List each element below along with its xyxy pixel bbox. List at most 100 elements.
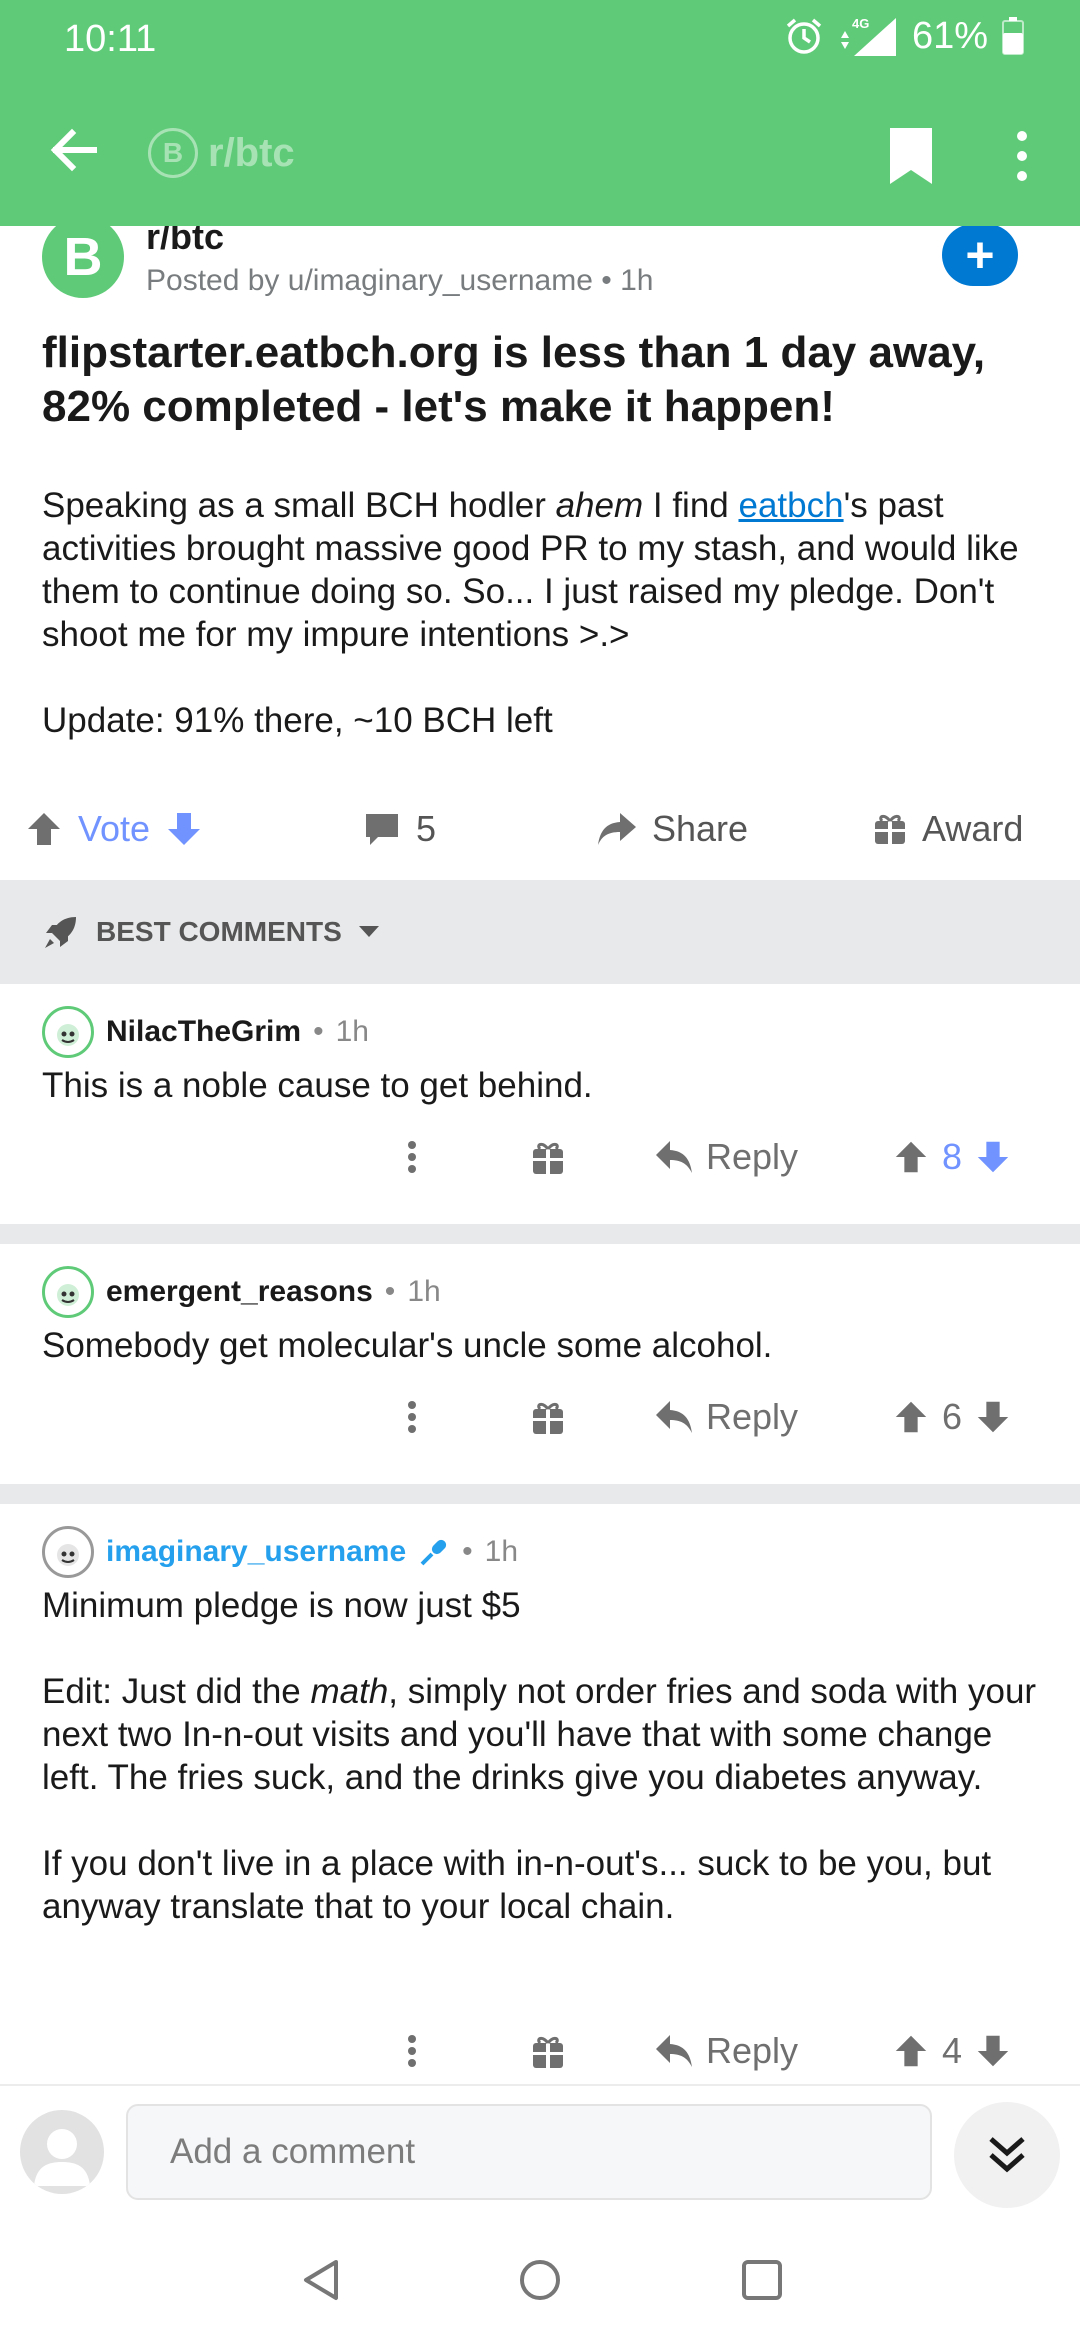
add-comment-input[interactable]: Add a comment [126,2104,932,2200]
snoo-avatar-icon[interactable] [42,1526,94,1578]
comment-score: 8 [942,1136,963,1177]
comment-text: Somebody get molecular's uncle some alco… [42,1326,773,1365]
share-button[interactable]: Share [596,796,748,862]
subreddit-avatar[interactable]: B [42,216,124,298]
expand-button[interactable] [954,2102,1060,2208]
more-vertical-icon[interactable] [1004,126,1040,186]
award-label: Award [922,808,1024,849]
back-arrow-icon[interactable] [44,120,104,180]
award-button[interactable]: Award [872,796,1023,862]
appbar-subreddit-name: r/btc [208,130,295,175]
app-header: 10:11 4G 61% B r/btc [0,0,1080,226]
comment-username[interactable]: imaginary_username [106,1535,406,1569]
more-vertical-icon[interactable] [402,2018,422,2084]
more-vertical-icon[interactable] [402,1384,422,1450]
gift-icon[interactable] [530,2018,566,2084]
reply-label: Reply [706,2030,799,2071]
upvote-icon[interactable] [24,809,64,849]
comment-time-sep: • [384,1275,396,1308]
comment-time: 1h [407,1275,441,1308]
comment-divider [0,1484,1080,1504]
comment-text: Minimum pledge is now just $5 Edit: Just… [42,1584,1042,1928]
comment-action-bar: Reply 6 [0,1384,1080,1450]
nav-recents-icon[interactable] [732,2250,792,2310]
system-nav-bar [0,2220,1080,2340]
post-body: Speaking as a small BCH hodler ahem I fi… [42,484,1052,785]
downvote-icon[interactable] [974,1138,1012,1176]
vote-label: Vote [78,808,151,849]
downvote-icon[interactable] [974,2032,1012,2070]
reply-button[interactable]: Reply [654,1384,798,1450]
share-icon [598,813,636,845]
comment-text-run: Edit: Just did the [42,1672,311,1711]
downvote-icon[interactable] [164,809,204,849]
post-text: Speaking as a small BCH hodler [42,486,556,525]
comment-score: 6 [942,1396,963,1437]
downvote-icon[interactable] [974,1398,1012,1436]
comment-vote: 4 [892,2018,1012,2084]
comment-time: 1h [335,1015,369,1048]
post-vote: Vote [24,796,204,862]
reply-icon [656,1401,692,1433]
reply-label: Reply [706,1136,799,1177]
gift-icon [875,814,905,844]
microphone-icon [420,1539,447,1566]
post-italic-text: ahem [555,486,644,525]
reply-icon [656,1141,692,1173]
join-button[interactable]: + [942,224,1018,286]
comment-item: imaginary_username • 1h Minimum pledge i… [0,1504,1080,2084]
nav-back-icon[interactable] [292,2250,352,2310]
post-meta: Posted by u/imaginary_username • 1h [146,264,653,298]
status-time: 10:11 [64,18,157,60]
reply-button[interactable]: Reply [654,2018,798,2084]
comment-paragraph: Edit: Just did the math, simply not orde… [42,1670,1042,1799]
comment-vote: 6 [892,1384,1012,1450]
comment-item: emergent_reasons • 1h Somebody get molec… [0,1244,1080,1484]
bitcoin-cash-icon: B [148,128,198,178]
upvote-icon[interactable] [892,1138,930,1176]
double-chevron-down-icon [989,2137,1025,2173]
comment-time: 1h [484,1535,519,1568]
sort-label: BEST COMMENTS [96,916,342,947]
comment-header: NilacTheGrim • 1h [42,1006,369,1058]
plus-icon: + [965,227,995,283]
post-author[interactable]: Posted by u/imaginary_username [146,264,593,297]
post-title: flipstarter.eatbch.org is less than 1 da… [42,328,986,431]
reply-icon [656,2035,692,2067]
comment-username[interactable]: emergent_reasons [106,1275,373,1309]
gift-icon[interactable] [530,1384,566,1450]
upvote-icon[interactable] [892,1398,930,1436]
comment-item: NilacTheGrim • 1h This is a noble cause … [0,984,1080,1224]
comment-action-bar: Reply 4 [0,2018,1080,2084]
more-vertical-icon[interactable] [402,1124,422,1190]
comment-header: emergent_reasons • 1h [42,1266,441,1318]
comment-text: This is a noble cause to get behind. [42,1066,593,1105]
nav-home-icon[interactable] [510,2250,570,2310]
comments-button[interactable]: 5 [362,796,436,862]
gift-icon[interactable] [530,1124,566,1190]
upvote-icon[interactable] [892,2032,930,2070]
comment-icon [366,814,398,845]
signal-icon: 4G [840,16,896,56]
alarm-icon [786,18,822,54]
comment-header: imaginary_username • 1h [42,1526,518,1578]
rocket-icon [45,917,76,948]
post-link[interactable]: eatbch [738,486,843,525]
post-text: I find [643,486,739,525]
snoo-avatar-icon[interactable] [42,1266,94,1318]
comment-sort-bar[interactable]: BEST COMMENTS [0,880,1080,984]
battery-percent: 61% [911,14,988,57]
appbar-subreddit[interactable]: B r/btc [148,128,295,178]
bookmark-icon[interactable] [884,126,938,186]
status-icons: 4G 61% [784,14,1024,58]
snoo-avatar-icon[interactable] [42,1006,94,1058]
post-paragraph: Update: 91% there, ~10 BCH left [42,701,553,740]
reply-button[interactable]: Reply [654,1124,798,1190]
share-label: Share [652,808,749,849]
user-avatar-icon[interactable] [20,2110,104,2194]
comment-username[interactable]: NilacTheGrim [106,1015,301,1049]
chevron-down-icon [358,926,379,937]
comment-italic-text: math [310,1672,389,1711]
comment-time-sep: • [313,1015,324,1048]
meta-separator: • [601,264,621,297]
